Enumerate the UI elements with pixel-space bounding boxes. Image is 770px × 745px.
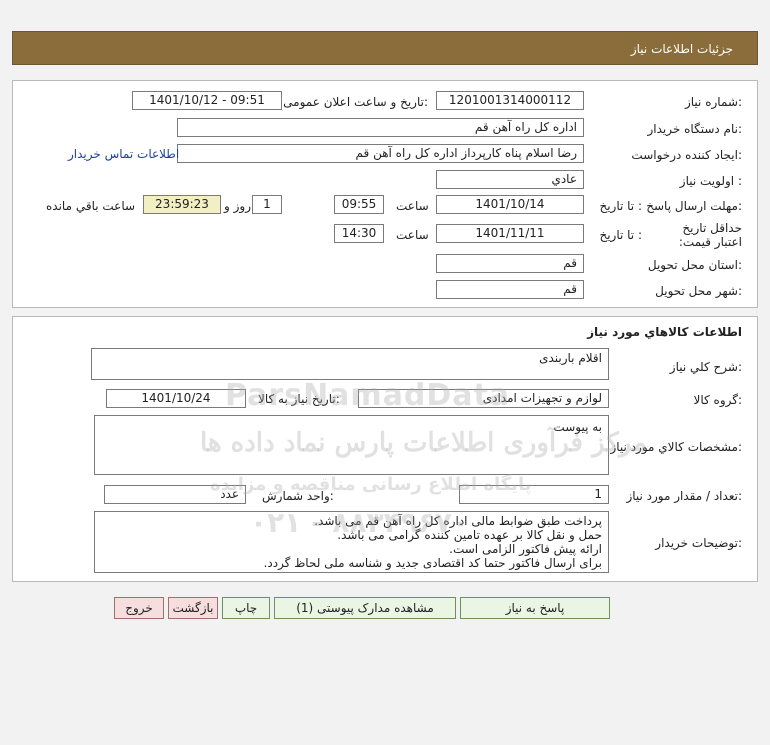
need-info-panel <box>12 80 758 308</box>
need-number-field: 1201001314000112 <box>436 91 584 110</box>
creator-field: رضا اسلام پناه کارپرداز اداره کل راه آهن… <box>177 144 584 163</box>
need-date-field: 1401/10/24 <box>106 389 246 408</box>
goods-group-label: گروه کالا: <box>693 393 743 407</box>
send-time-label: ساعت <box>396 199 429 213</box>
remaining-time-field: 23:59:23 <box>143 195 221 214</box>
send-to-date-label: تا تاریخ : <box>599 199 642 213</box>
need-number-label: شماره نیاز: <box>684 95 742 109</box>
send-date-field: 1401/10/14 <box>436 195 584 214</box>
city-field: قم <box>436 280 584 299</box>
general-desc-label: شرح کلي نياز: <box>669 360 742 374</box>
validity-date-field: 1401/11/11 <box>436 224 584 243</box>
buyer-org-field: اداره کل راه آهن قم <box>177 118 584 137</box>
validity-label: حداقل تاریخ اعتبار قیمت: <box>678 221 742 249</box>
buyer-note-line: پرداخت طبق ضوابط مالی اداره کل راه آهن ق… <box>314 514 602 528</box>
quantity-field: 1 <box>459 485 609 504</box>
province-label: استان محل تحویل: <box>647 258 742 272</box>
validity-time-field: 14:30 <box>334 224 384 243</box>
city-label: شهر محل تحویل: <box>655 284 742 298</box>
priority-label: اولویت نیاز : <box>679 174 742 188</box>
days-remaining-field: 1 <box>252 195 282 214</box>
validity-to-date-label: تا تاریخ : <box>599 228 642 242</box>
goods-section-title: اطلاعات کالاهاي مورد نياز <box>587 325 742 339</box>
quantity-label: تعداد / مقدار مورد نیاز: <box>626 489 742 503</box>
exit-button[interactable]: خروج <box>114 597 164 619</box>
print-button[interactable]: چاپ <box>222 597 270 619</box>
validity-time-label: ساعت <box>396 228 429 242</box>
specs-field: به پیوست <box>94 415 609 475</box>
announce-datetime-label: تاریخ و ساعت اعلان عمومی: <box>283 95 428 109</box>
buyer-note-line: برای ارسال فاکتور حتما کد اقتصادی جدید و… <box>263 556 602 570</box>
buyer-note-line: حمل و نقل کالا بر عهده تامین کننده گرامی… <box>337 528 602 542</box>
announce-datetime-field: 1401/10/12 - 09:51 <box>132 91 282 110</box>
view-attachments-button[interactable]: مشاهده مدارک پیوستی (1) <box>274 597 456 619</box>
specs-label: مشخصات کالاي مورد نياز: <box>610 440 742 454</box>
buyer-note-line: ارائه پیش فاکتور الزامی است. <box>449 542 602 556</box>
unit-field: عدد <box>104 485 246 504</box>
priority-field: عادي <box>436 170 584 189</box>
back-button[interactable]: بازگشت <box>168 597 218 619</box>
buyer-notes-field: پرداخت طبق ضوابط مالی اداره کل راه آهن ق… <box>94 511 609 573</box>
remaining-time-label: ساعت باقي مانده <box>46 199 136 213</box>
reply-button[interactable]: پاسخ به نیاز <box>460 597 610 619</box>
unit-label: واحد شمارش: <box>262 489 334 503</box>
general-desc-field: اقلام باربندی <box>91 348 609 380</box>
page-title: جزئیات اطلاعات نیاز <box>630 42 733 56</box>
page-header: جزئیات اطلاعات نیاز <box>12 31 758 65</box>
goods-group-field: لوازم و تجهیزات امدادی <box>358 389 609 408</box>
send-deadline-label: مهلت ارسال پاسخ: <box>646 199 742 213</box>
buyer-notes-label: توضیحات خریدار: <box>655 536 742 550</box>
buyer-contact-link[interactable]: اطلاعات تماس خریدار <box>68 147 179 161</box>
buyer-org-label: نام دستگاه خریدار: <box>647 122 743 136</box>
province-field: قم <box>436 254 584 273</box>
send-time-field: 09:55 <box>334 195 384 214</box>
need-date-label: تاریخ نیاز به کالا: <box>258 392 340 406</box>
creator-label: ایجاد کننده درخواست: <box>631 148 742 162</box>
days-label: روز و <box>224 199 251 213</box>
